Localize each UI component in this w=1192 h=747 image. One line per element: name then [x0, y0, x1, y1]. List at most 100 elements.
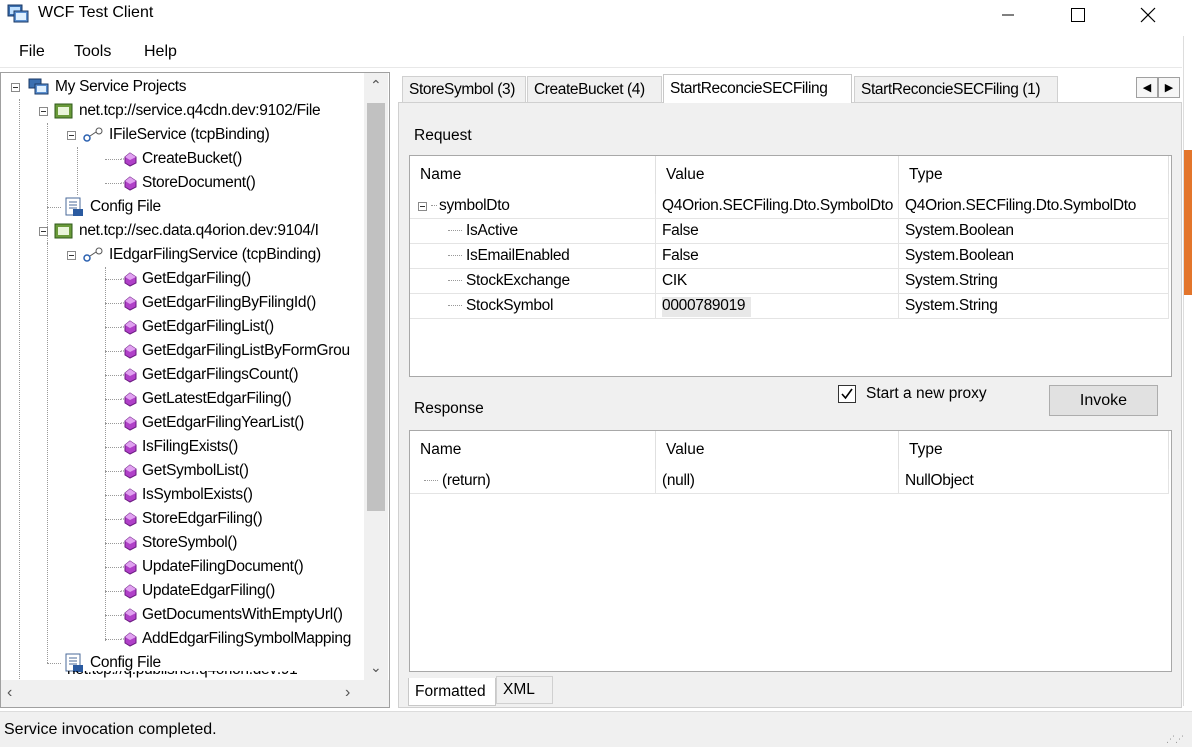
tree-vertical-scrollbar[interactable]: ⌃ ⌄ — [364, 73, 388, 680]
response-grid[interactable]: Name Value Type (return) (null) NullObject — [409, 430, 1172, 672]
param-value[interactable]: CIK — [662, 272, 693, 291]
tab-scroll-left-button[interactable]: ◀ — [1136, 77, 1158, 98]
request-grid[interactable]: Name Value Type symbolDto Q4Orion.SECFili… — [409, 155, 1172, 377]
projects-icon — [28, 78, 49, 95]
request-row[interactable]: StockSymbol 0000789019 System.String — [410, 294, 1171, 319]
column-name[interactable]: Name — [410, 156, 656, 194]
service-tree[interactable]: My Service Projects net.tcp://service.q4… — [0, 72, 390, 708]
menu-file[interactable]: File — [19, 43, 45, 61]
collapse-toggle[interactable] — [39, 226, 48, 236]
endpoint-icon — [54, 223, 73, 239]
tab-formatted[interactable]: Formatted — [408, 678, 496, 706]
tree-config-1[interactable]: Config File — [47, 195, 161, 219]
method-icon — [121, 152, 137, 167]
menu-tools[interactable]: Tools — [74, 43, 111, 61]
tree-service-2[interactable]: net.tcp://sec.data.q4orion.dev:9104/I — [39, 219, 319, 243]
tree-contract-2[interactable]: IEdgarFilingService (tcpBinding) — [67, 243, 321, 267]
menu-help[interactable]: Help — [144, 43, 177, 61]
request-row[interactable]: StockExchange CIK System.String — [410, 269, 1171, 294]
tree-method[interactable]: GetEdgarFilingYearList() — [105, 411, 304, 435]
param-value-cell[interactable]: CIK — [656, 269, 899, 294]
scroll-up-icon[interactable]: ⌃ — [370, 77, 382, 94]
scroll-thumb[interactable] — [367, 103, 385, 511]
tree-method[interactable]: UpdateEdgarFiling() — [105, 579, 275, 603]
param-value-cell[interactable]: False — [656, 244, 899, 269]
request-row[interactable]: IsEmailEnabled False System.Boolean — [410, 244, 1171, 269]
tree-method[interactable]: GetDocumentsWithEmptyUrl() — [105, 603, 343, 627]
collapse-toggle[interactable] — [67, 250, 76, 260]
method-icon — [121, 296, 137, 311]
param-value[interactable]: False — [662, 222, 704, 241]
tab-startreconciesecfiling-1[interactable]: StartReconcieSECFiling (1) — [854, 76, 1058, 102]
tab-startreconciesecfiling[interactable]: StartReconcieSECFiling — [663, 74, 852, 103]
tab-xml[interactable]: XML — [496, 676, 553, 704]
tree-root[interactable]: My Service Projects — [11, 75, 187, 99]
tree-horizontal-scrollbar[interactable]: ‹ › — [1, 680, 389, 707]
start-new-proxy-checkbox[interactable] — [838, 385, 856, 403]
method-label: GetDocumentsWithEmptyUrl() — [142, 606, 343, 623]
collapse-toggle[interactable] — [39, 106, 48, 116]
minimize-button[interactable] — [985, 0, 1031, 30]
close-button[interactable] — [1125, 0, 1171, 30]
tree-method[interactable]: IsSymbolExists() — [105, 483, 253, 507]
column-name[interactable]: Name — [410, 431, 656, 469]
column-value[interactable]: Value — [656, 156, 899, 194]
param-value-cell[interactable]: False — [656, 219, 899, 244]
param-name-cell: StockSymbol — [410, 294, 656, 319]
collapse-toggle[interactable] — [67, 130, 76, 140]
tree-method[interactable]: GetSymbolList() — [105, 459, 249, 483]
tree-method[interactable]: StoreSymbol() — [105, 531, 237, 555]
collapse-toggle[interactable] — [418, 202, 427, 211]
param-type: System.Boolean — [905, 222, 1014, 239]
tree-method[interactable]: StoreDocument() — [105, 171, 256, 195]
column-type[interactable]: Type — [899, 156, 1169, 194]
minimize-icon — [1002, 14, 1014, 16]
tree-method[interactable]: GetEdgarFilingsCount() — [105, 363, 299, 387]
invoke-button[interactable]: Invoke — [1049, 385, 1158, 416]
param-value[interactable]: 0000789019 — [662, 297, 752, 317]
column-type[interactable]: Type — [899, 431, 1169, 469]
tree-method[interactable]: GetLatestEdgarFiling() — [105, 387, 292, 411]
tab-createbucket[interactable]: CreateBucket (4) — [527, 76, 662, 102]
method-label: GetEdgarFilingList() — [142, 318, 274, 335]
scroll-down-icon[interactable]: ⌄ — [370, 659, 382, 676]
tree-method[interactable]: CreateBucket() — [105, 147, 242, 171]
tree-method[interactable]: UpdateFilingDocument() — [105, 555, 304, 579]
param-name-cell: StockExchange — [410, 269, 656, 294]
param-value[interactable]: False — [662, 247, 704, 266]
method-label: CreateBucket() — [142, 150, 243, 167]
arrow-left-icon: ◀ — [1142, 82, 1152, 94]
request-row[interactable]: IsActive False System.Boolean — [410, 219, 1171, 244]
tree-method[interactable]: GetEdgarFiling() — [105, 267, 251, 291]
service-address: net.tcp://q.publisher.q4orion.dev:91 — [67, 671, 297, 679]
contract-label: IEdgarFilingService (tcpBinding) — [109, 246, 321, 263]
collapse-toggle[interactable] — [11, 82, 20, 92]
column-value[interactable]: Value — [656, 431, 899, 469]
scroll-left-icon[interactable]: ‹ — [7, 684, 12, 702]
tree-method[interactable]: GetEdgarFilingListByFormGrou — [105, 339, 350, 363]
method-label: UpdateFilingDocument() — [142, 558, 304, 575]
param-value[interactable]: Q4Orion.SECFiling.Dto.SymbolDto — [662, 197, 898, 216]
param-value-cell[interactable]: Q4Orion.SECFiling.Dto.SymbolDto — [656, 194, 899, 219]
method-icon — [121, 440, 137, 455]
tree-method[interactable]: AddEdgarFilingSymbolMapping — [105, 627, 351, 651]
resize-grip-icon[interactable]: ⋰⋰ — [1166, 735, 1184, 744]
method-label: IsSymbolExists() — [142, 486, 253, 503]
tab-storesymbol[interactable]: StoreSymbol (3) — [402, 76, 526, 102]
tab-scroll-right-button[interactable]: ▶ — [1158, 77, 1180, 98]
method-icon — [121, 272, 137, 287]
param-value-cell[interactable]: 0000789019 — [656, 294, 899, 319]
tree-method[interactable]: IsFilingExists() — [105, 435, 238, 459]
tree-method[interactable]: GetEdgarFilingList() — [105, 315, 274, 339]
response-row[interactable]: (return) (null) NullObject — [410, 469, 1171, 494]
method-label: GetSymbolList() — [142, 462, 249, 479]
tree-method[interactable]: StoreEdgarFiling() — [105, 507, 263, 531]
scroll-right-icon[interactable]: › — [345, 684, 350, 702]
tree-contract-1[interactable]: IFileService (tcpBinding) — [67, 123, 270, 147]
maximize-button[interactable] — [1055, 0, 1101, 30]
tree-service-1[interactable]: net.tcp://service.q4cdn.dev:9102/File — [39, 99, 321, 123]
tree-method[interactable]: GetEdgarFilingByFilingId() — [105, 291, 316, 315]
tree-root-label: My Service Projects — [55, 78, 187, 95]
param-name-cell: symbolDto — [410, 194, 656, 219]
request-row-root[interactable]: symbolDto Q4Orion.SECFiling.Dto.SymbolDto… — [410, 194, 1171, 219]
